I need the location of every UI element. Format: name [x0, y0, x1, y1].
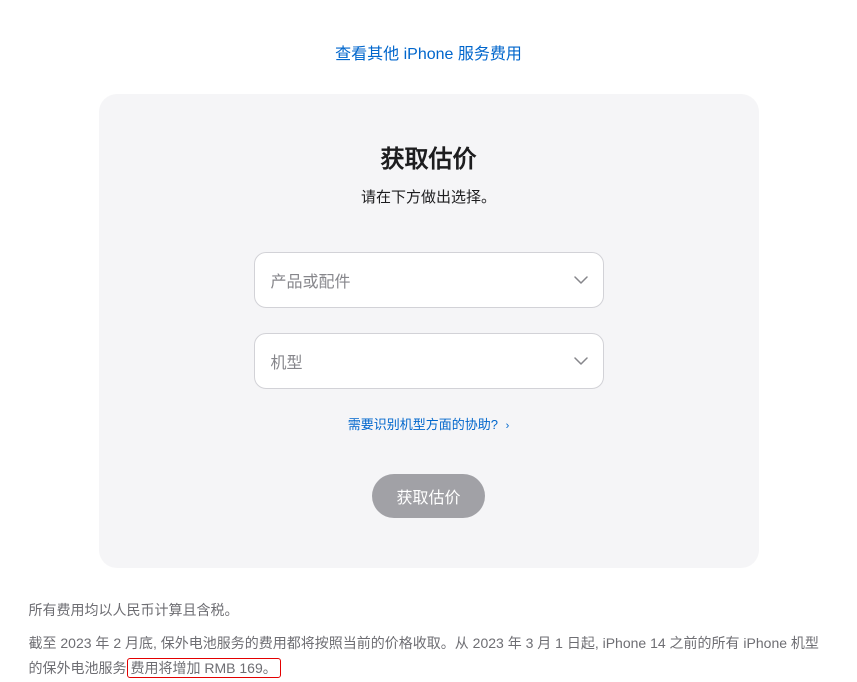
footer-notes: 所有费用均以人民币计算且含税。 截至 2023 年 2 月底, 保外电池服务的费… [19, 598, 839, 682]
estimate-card: 获取估价 请在下方做出选择。 产品或配件 机型 需要识别机型方面的协助? › 获… [99, 94, 759, 568]
card-subtitle: 请在下方做出选择。 [159, 186, 699, 207]
top-link-container: 查看其他 iPhone 服务费用 [0, 0, 857, 94]
other-services-link[interactable]: 查看其他 iPhone 服务费用 [335, 46, 522, 63]
footer-line-1: 所有费用均以人民币计算且含税。 [29, 598, 829, 623]
product-select[interactable]: 产品或配件 [254, 252, 604, 308]
identify-model-help-link[interactable]: 需要识别机型方面的协助? › [348, 417, 510, 432]
card-title: 获取估价 [159, 139, 699, 174]
model-select[interactable]: 机型 [254, 333, 604, 389]
product-select-wrapper: 产品或配件 [254, 252, 604, 308]
model-select-wrapper: 机型 [254, 333, 604, 389]
chevron-right-icon: › [506, 420, 510, 432]
help-link-container: 需要识别机型方面的协助? › [159, 414, 699, 434]
footer-line-2: 截至 2023 年 2 月底, 保外电池服务的费用都将按照当前的价格收取。从 2… [29, 631, 829, 681]
help-link-text: 需要识别机型方面的协助? [348, 417, 498, 432]
price-increase-highlight: 费用将增加 RMB 169。 [127, 658, 281, 678]
get-estimate-button[interactable]: 获取估价 [372, 474, 484, 518]
